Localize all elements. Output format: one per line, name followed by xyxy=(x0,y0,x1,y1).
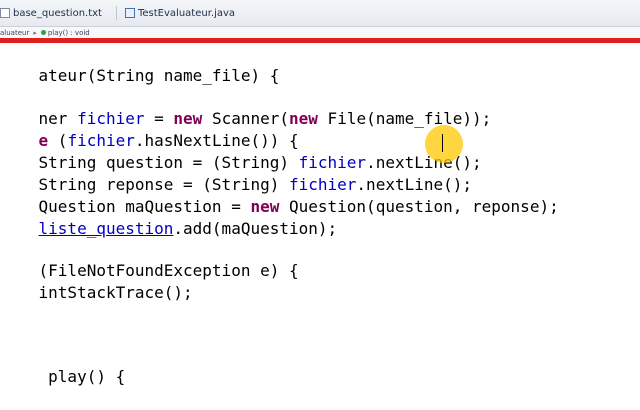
text-caret xyxy=(442,134,443,152)
tab-label: base_question.txt xyxy=(13,7,102,19)
code-line-9: intStackTrace(); xyxy=(0,260,193,302)
code-text: .add(maQuestion); xyxy=(173,219,338,238)
code-line-8: (FileNotFoundException e) { xyxy=(0,238,299,280)
code-line-7: liste_question.add(maQuestion); xyxy=(0,196,338,238)
code-line-5: String reponse = (String) fichier.nextLi… xyxy=(0,152,472,194)
breadcrumb: aluateur ▸ play() : void xyxy=(0,27,640,38)
field-reference: liste_question xyxy=(38,219,174,238)
breadcrumb-class[interactable]: aluateur xyxy=(0,29,29,37)
code-line-1: ateur(String name_file) { xyxy=(0,43,280,85)
tab-base-question[interactable]: base_question.txt xyxy=(0,0,125,26)
cursor-highlight xyxy=(425,125,463,163)
code-text: intStackTrace(); xyxy=(38,283,193,302)
code-text: ateur(String name_file) { xyxy=(38,66,280,85)
code-editor[interactable]: ateur(String name_file) { ner fichier = … xyxy=(0,43,640,386)
tab-test-evaluateur[interactable]: TestEvaluateur.java xyxy=(124,0,243,26)
text-file-icon xyxy=(0,8,10,18)
code-line-4: String question = (String) fichier.nextL… xyxy=(0,130,482,172)
code-line-2: ner fichier = new Scanner(new File(name_… xyxy=(0,86,492,128)
tab-separator xyxy=(115,6,117,20)
editor-tab-bar: base_question.txt TestEvaluateur.java xyxy=(0,0,640,27)
code-line-10: play() { xyxy=(0,344,125,386)
chevron-right-icon: ▸ xyxy=(33,28,37,37)
method-icon xyxy=(40,30,46,35)
code-text: play() { xyxy=(38,367,126,386)
code-line-3: e (fichier.hasNextLine()) { xyxy=(0,108,299,150)
java-file-icon xyxy=(124,8,135,18)
code-line-6: Question maQuestion = new Question(quest… xyxy=(0,174,559,216)
breadcrumb-method[interactable]: play() : void xyxy=(48,29,90,37)
code-text: File(name_file)); xyxy=(317,109,492,128)
tab-label: TestEvaluateur.java xyxy=(137,7,236,19)
